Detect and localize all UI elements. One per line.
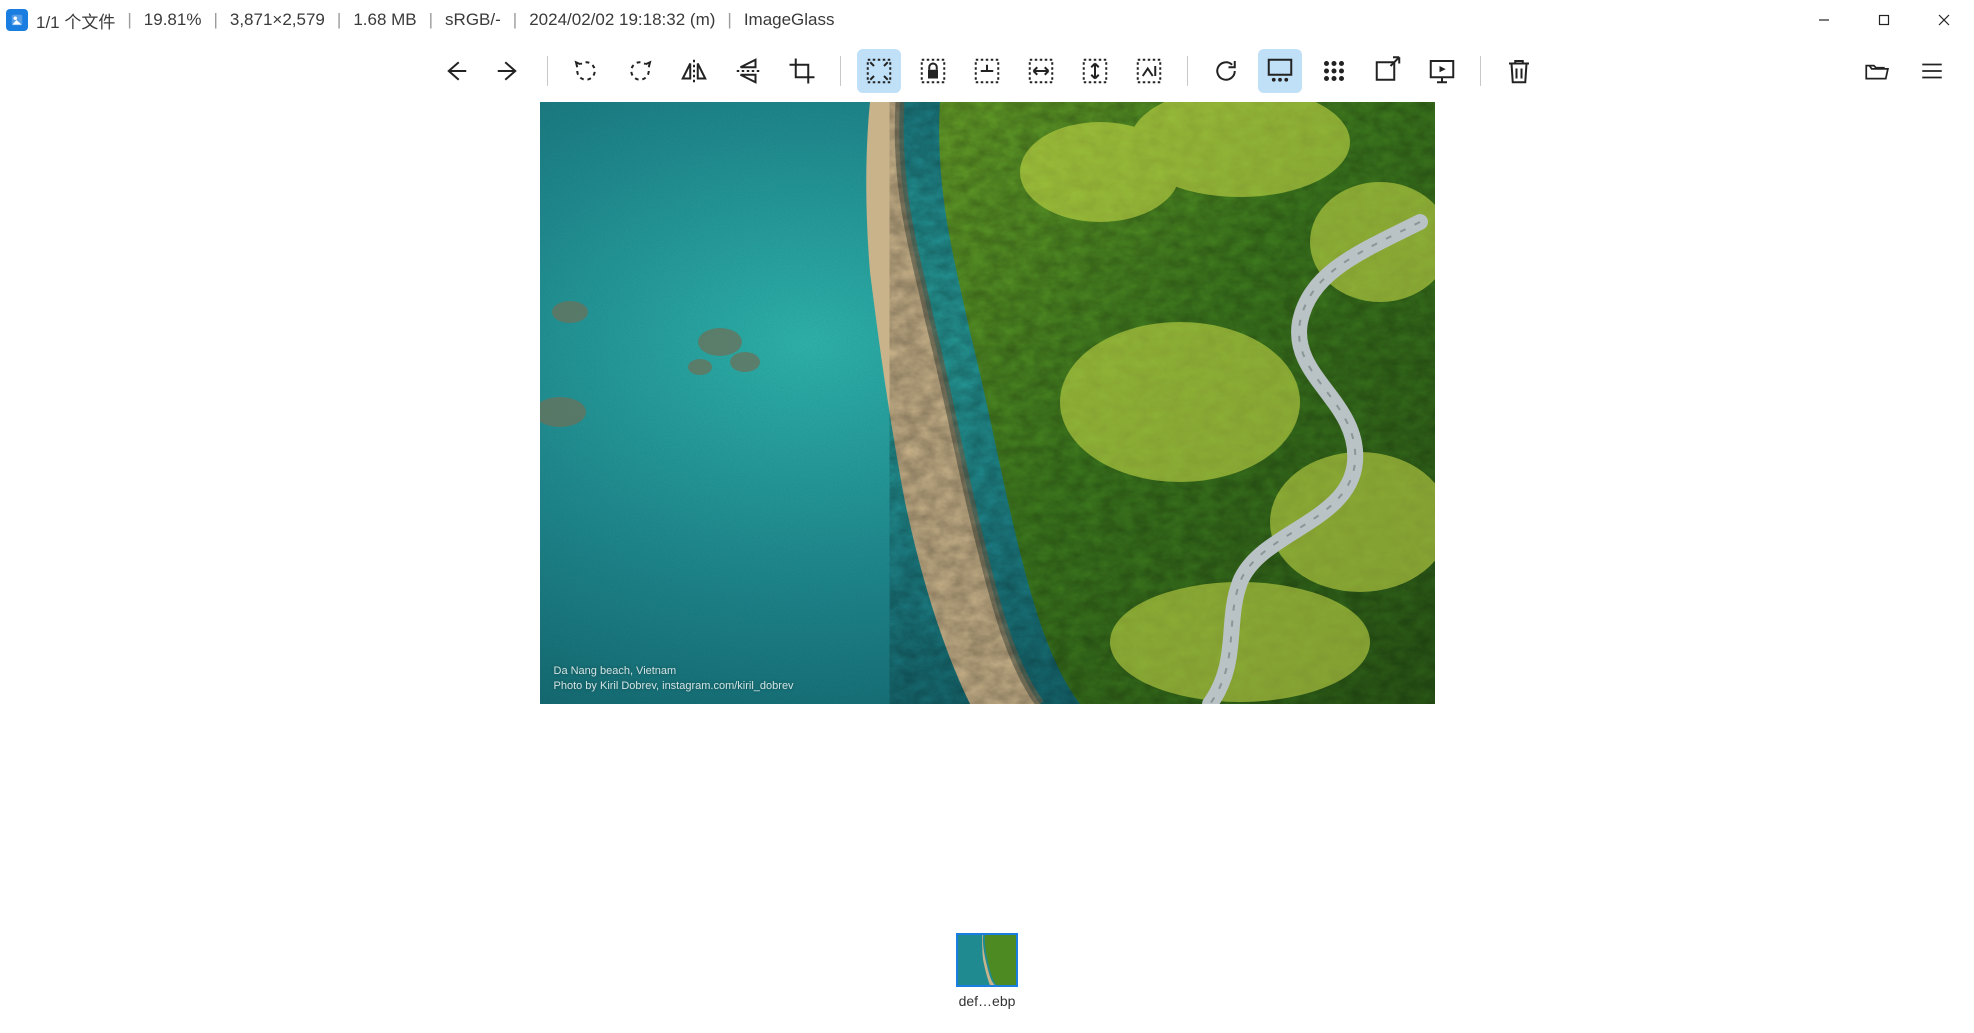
title-modified: 2024/02/02 19:18:32 (m): [529, 10, 715, 30]
image-caption: Da Nang beach, Vietnam Photo by Kiril Do…: [554, 664, 794, 694]
maximize-button[interactable]: [1854, 0, 1914, 40]
toolbar-separator: [840, 56, 841, 86]
close-button[interactable]: [1914, 0, 1974, 40]
thumbnail-image: [956, 933, 1018, 987]
fit-to-window-button[interactable]: [857, 49, 901, 93]
refresh-button[interactable]: [1204, 49, 1248, 93]
app-window: 1/1 个文件 | 19.81% | 3,871×2,579 | 1.68 MB…: [0, 0, 1974, 1033]
scale-to-height-button[interactable]: [1073, 49, 1117, 93]
rotate-right-button[interactable]: [618, 49, 662, 93]
caption-line-2: Photo by Kiril Dobrev, instagram.com/kir…: [554, 679, 794, 694]
prev-image-button[interactable]: [433, 49, 477, 93]
rotate-left-button[interactable]: [564, 49, 608, 93]
displayed-image: Da Nang beach, Vietnam Photo by Kiril Do…: [540, 102, 1435, 704]
title-color-profile: sRGB/-: [445, 10, 501, 30]
thumbnail-label: def…ebp: [959, 993, 1016, 1009]
main-menu-button[interactable]: [1910, 49, 1954, 93]
scale-to-width-button[interactable]: [1019, 49, 1063, 93]
image-canvas[interactable]: Da Nang beach, Vietnam Photo by Kiril Do…: [0, 102, 1974, 929]
caption-line-1: Da Nang beach, Vietnam: [554, 664, 794, 679]
auto-zoom-button[interactable]: [965, 49, 1009, 93]
open-file-button[interactable]: [1854, 49, 1898, 93]
checkerboard-button[interactable]: [1312, 49, 1356, 93]
next-image-button[interactable]: [487, 49, 531, 93]
app-icon: [6, 9, 28, 31]
window-controls: [1794, 0, 1974, 40]
lock-zoom-button[interactable]: [911, 49, 955, 93]
title-bar: 1/1 个文件 | 19.81% | 3,871×2,579 | 1.68 MB…: [0, 0, 1974, 40]
title-app-name: ImageGlass: [744, 10, 835, 30]
title-zoom: 19.81%: [144, 10, 202, 30]
fullscreen-button[interactable]: [1366, 49, 1410, 93]
toolbar: [0, 40, 1974, 102]
thumbnail-item[interactable]: def…ebp: [956, 933, 1018, 1009]
toolbar-separator: [1480, 56, 1481, 86]
toolbar-separator: [547, 56, 548, 86]
title-file-counter: 1/1 个文件: [36, 8, 115, 33]
thumbnail-strip: def…ebp: [0, 929, 1974, 1033]
delete-button[interactable]: [1497, 49, 1541, 93]
flip-horizontal-button[interactable]: [672, 49, 716, 93]
toolbar-separator: [1187, 56, 1188, 86]
actual-size-button[interactable]: [1127, 49, 1171, 93]
title-dimensions: 3,871×2,579: [230, 10, 325, 30]
thumbnail-panel-button[interactable]: [1258, 49, 1302, 93]
slideshow-button[interactable]: [1420, 49, 1464, 93]
crop-button[interactable]: [780, 49, 824, 93]
title-info: 1/1 个文件 | 19.81% | 3,871×2,579 | 1.68 MB…: [36, 8, 835, 33]
flip-vertical-button[interactable]: [726, 49, 770, 93]
title-file-size: 1.68 MB: [353, 10, 416, 30]
minimize-button[interactable]: [1794, 0, 1854, 40]
